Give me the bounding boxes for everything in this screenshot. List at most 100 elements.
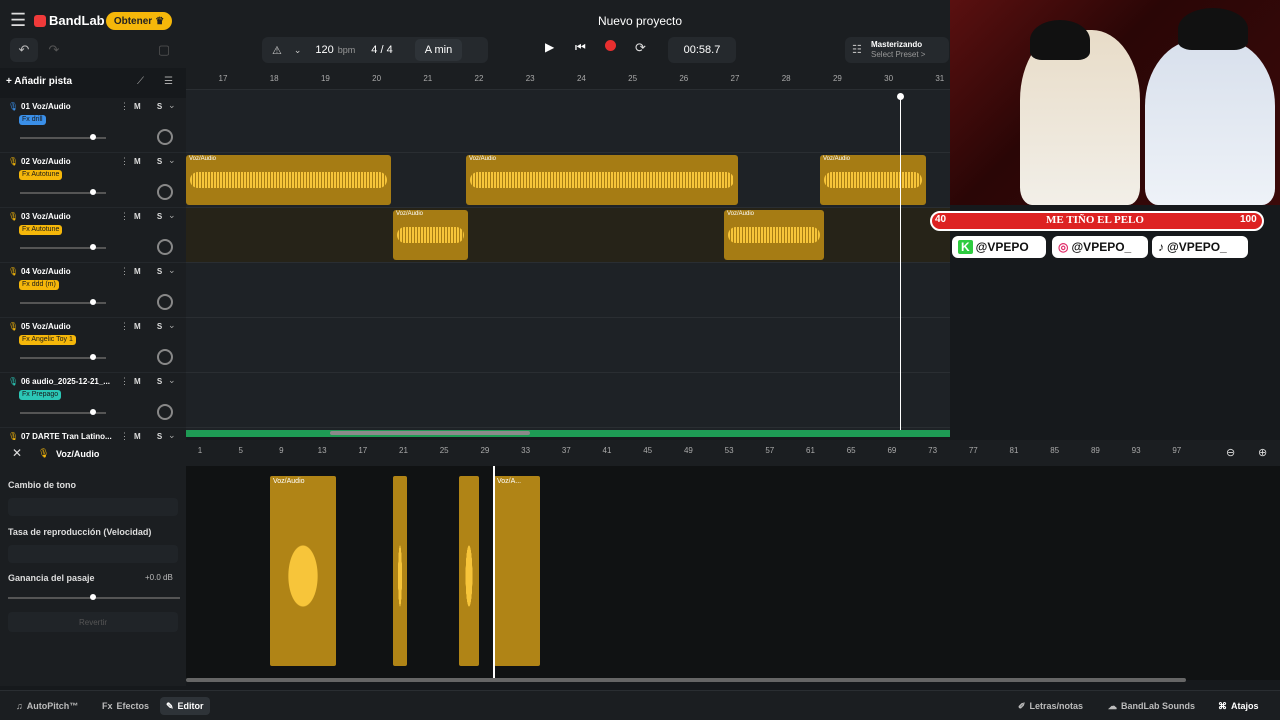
gain-slider-handle[interactable] bbox=[90, 594, 96, 600]
wand-icon[interactable]: ⟋ bbox=[137, 76, 144, 87]
timeline-ruler[interactable]: 17 18 19 20 21 22 23 24 25 26 27 28 29 30 31 bbox=[186, 68, 950, 90]
effects-button[interactable]: Fx Efectos bbox=[96, 697, 155, 715]
chevron-down-icon[interactable]: ⌄ bbox=[168, 320, 176, 331]
editor-scrollbar[interactable] bbox=[186, 678, 1186, 682]
shortcuts-button[interactable]: ⌘ Atajos bbox=[1212, 697, 1265, 715]
get-button[interactable]: Obtener ♛ bbox=[106, 12, 172, 30]
audio-clip[interactable]: Voz/Audio bbox=[724, 210, 824, 260]
audio-clip[interactable]: Voz/Audio bbox=[186, 155, 391, 205]
mute-solo-buttons[interactable]: M S bbox=[134, 157, 169, 166]
add-track-button[interactable]: + Añadir pista bbox=[6, 76, 126, 94]
track-lane[interactable]: Voz/Audio Voz/Audio Voz/Audio bbox=[186, 153, 950, 208]
volume-handle[interactable] bbox=[90, 409, 97, 415]
chevron-down-icon[interactable]: ⌄ bbox=[168, 155, 176, 166]
sounds-button[interactable]: ☁ BandLab Sounds bbox=[1102, 697, 1201, 715]
chevron-down-icon[interactable]: ⌄ bbox=[168, 100, 176, 111]
fx-badge[interactable]: Fx Angelic Toy 1 bbox=[19, 335, 76, 345]
chevron-down-icon[interactable]: ⌄ bbox=[168, 375, 176, 386]
audio-clip[interactable]: Voz/Audio bbox=[466, 155, 738, 205]
filter-icon[interactable]: ☰ bbox=[164, 76, 173, 87]
volume-handle[interactable] bbox=[90, 189, 97, 195]
zoom-out-icon[interactable]: ⊖ bbox=[1226, 446, 1235, 459]
more-icon[interactable]: ⋮ bbox=[120, 266, 129, 277]
metronome-icon[interactable]: ⚠ bbox=[272, 44, 282, 57]
autopitch-button[interactable]: ♫ AutoPitch™ bbox=[10, 697, 84, 715]
volume-handle[interactable] bbox=[90, 354, 97, 360]
project-title[interactable]: Nuevo proyecto bbox=[560, 14, 720, 28]
bandlab-logo[interactable]: BandLab bbox=[34, 13, 105, 28]
editor-clip[interactable] bbox=[393, 476, 407, 666]
track-name[interactable]: 01 Voz/Audio bbox=[21, 102, 71, 111]
mute-solo-buttons[interactable]: M S bbox=[134, 102, 169, 111]
scrollbar-thumb[interactable] bbox=[330, 431, 530, 435]
fx-badge[interactable]: Fx Prepago bbox=[19, 390, 62, 400]
fx-badge[interactable]: Fx drill bbox=[19, 115, 46, 125]
editor-playhead[interactable] bbox=[493, 466, 495, 678]
chevron-down-icon[interactable]: ⌄ bbox=[168, 265, 176, 276]
track-lane[interactable] bbox=[186, 98, 950, 153]
more-icon[interactable]: ⋮ bbox=[120, 211, 129, 222]
volume-handle[interactable] bbox=[90, 134, 97, 140]
undo-icon[interactable]: ↶ bbox=[10, 38, 38, 62]
fx-badge[interactable]: Fx ddd (m) bbox=[19, 280, 59, 290]
mute-solo-buttons[interactable]: M S bbox=[134, 322, 169, 331]
track-lane[interactable] bbox=[186, 318, 950, 373]
mute-solo-buttons[interactable]: M S bbox=[134, 212, 169, 221]
menu-icon[interactable]: ☰ bbox=[10, 11, 28, 29]
close-icon[interactable]: ✕ bbox=[12, 446, 22, 460]
mute-solo-buttons[interactable]: M S bbox=[134, 267, 169, 276]
key-selector[interactable]: A min bbox=[414, 39, 463, 61]
more-icon[interactable]: ⋮ bbox=[120, 321, 129, 332]
revert-button[interactable]: Revertir bbox=[8, 612, 178, 632]
loop-icon[interactable]: ⟳ bbox=[635, 40, 646, 56]
track-name[interactable]: 03 Voz/Audio bbox=[21, 212, 71, 221]
redo-icon[interactable]: ↷ bbox=[40, 38, 68, 62]
fx-badge[interactable]: Fx Autotune bbox=[19, 170, 63, 180]
editor-ruler[interactable]: 1 5 9 13 17 21 25 29 33 37 41 45 49 53 57 61 65 69 73 77 81 8… bbox=[186, 440, 1216, 466]
more-icon[interactable]: ⋮ bbox=[120, 101, 129, 112]
timeline-scrollbar[interactable] bbox=[186, 430, 950, 437]
track-header[interactable]: 🎙 02 Voz/Audio ⋮ M S ⌄ Fx Autotune bbox=[0, 153, 186, 208]
pan-knob[interactable] bbox=[157, 184, 173, 200]
track-lane[interactable] bbox=[186, 263, 950, 318]
track-name[interactable]: 02 Voz/Audio bbox=[21, 157, 71, 166]
editor-clip[interactable] bbox=[459, 476, 479, 666]
clip-editor-area[interactable] bbox=[186, 466, 1280, 680]
track-header[interactable]: 🎙 06 audio_2025-12-21_... ⋮ M S ⌄ Fx Pre… bbox=[0, 373, 186, 428]
track-name[interactable]: 06 audio_2025-12-21_... bbox=[21, 377, 110, 386]
volume-handle[interactable] bbox=[90, 244, 97, 250]
audio-clip[interactable]: Voz/Audio bbox=[820, 155, 926, 205]
arrangement-area[interactable]: Voz/Audio Voz/Audio Voz/Audio Voz/Audio Voz/… bbox=[186, 90, 950, 430]
pitch-stepper[interactable] bbox=[8, 498, 178, 516]
track-header[interactable]: 🎙 05 Voz/Audio ⋮ M S ⌄ Fx Angelic Toy 1 bbox=[0, 318, 186, 373]
track-lane[interactable]: Voz/Audio Voz/Audio bbox=[186, 208, 950, 263]
chevron-down-icon[interactable]: ⌄ bbox=[168, 210, 176, 221]
track-header[interactable]: 🎙 03 Voz/Audio ⋮ M S ⌄ Fx Autotune bbox=[0, 208, 186, 263]
pan-knob[interactable] bbox=[157, 239, 173, 255]
lyrics-button[interactable]: ✐ Letras/notas bbox=[1012, 697, 1089, 715]
more-icon[interactable]: ⋮ bbox=[120, 156, 129, 167]
volume-handle[interactable] bbox=[90, 299, 97, 305]
audio-clip[interactable]: Voz/Audio bbox=[393, 210, 468, 260]
chevron-down-icon[interactable]: ⌄ bbox=[294, 45, 302, 56]
track-lane[interactable] bbox=[186, 373, 950, 428]
play-icon[interactable]: ▶ bbox=[545, 40, 554, 54]
editor-clip[interactable]: Voz/Audio bbox=[270, 476, 336, 666]
editor-button[interactable]: ✎ Editor bbox=[160, 697, 210, 715]
pan-knob[interactable] bbox=[157, 294, 173, 310]
zoom-in-icon[interactable]: ⊕ bbox=[1258, 446, 1267, 459]
more-icon[interactable]: ⋮ bbox=[120, 376, 129, 387]
track-header[interactable]: 🎙 04 Voz/Audio ⋮ M S ⌄ Fx ddd (m) bbox=[0, 263, 186, 318]
fx-badge[interactable]: Fx Autotune bbox=[19, 225, 63, 235]
playhead[interactable] bbox=[900, 95, 901, 435]
pan-knob[interactable] bbox=[157, 349, 173, 365]
mute-solo-buttons[interactable]: M S bbox=[134, 377, 169, 386]
editor-clip[interactable]: Voz/A... bbox=[494, 476, 540, 666]
screen-icon[interactable]: ▢ bbox=[150, 38, 178, 62]
playhead-handle[interactable] bbox=[897, 93, 904, 100]
pan-knob[interactable] bbox=[157, 129, 173, 145]
track-name[interactable]: 04 Voz/Audio bbox=[21, 267, 71, 276]
track-header[interactable]: 🎙 01 Voz/Audio ⋮ M S ⌄ Fx drill bbox=[0, 98, 186, 153]
track-name[interactable]: 05 Voz/Audio bbox=[21, 322, 71, 331]
bpm-value[interactable]: 120 bbox=[315, 44, 333, 56]
